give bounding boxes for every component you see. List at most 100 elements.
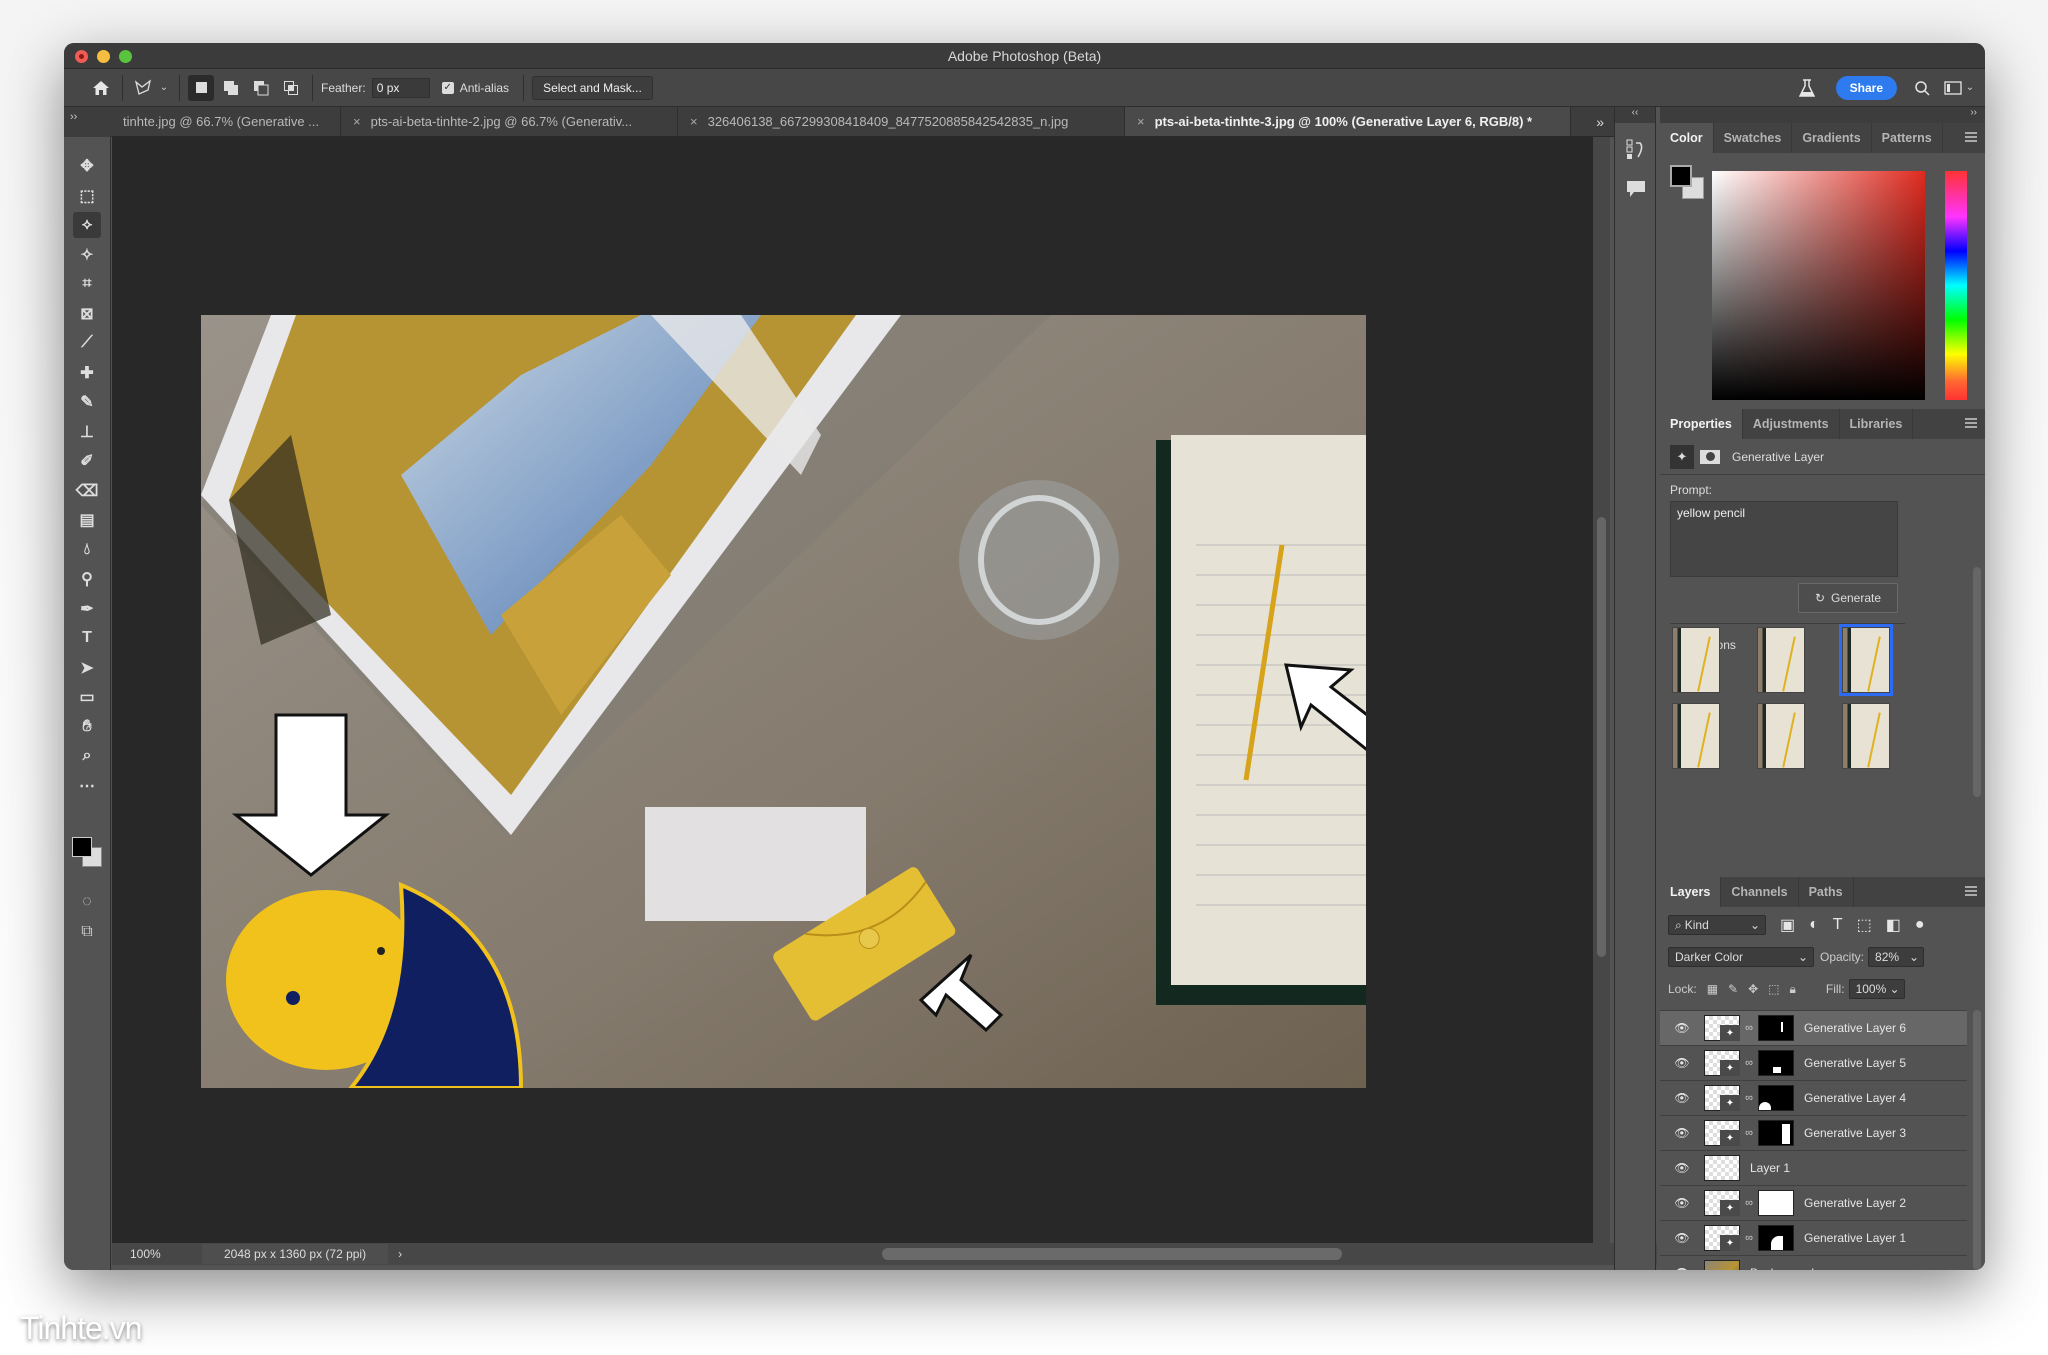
close-tab-icon[interactable]: ×: [1137, 114, 1145, 129]
more-tabs-button[interactable]: »: [1571, 107, 1614, 136]
lock-artboard-icon[interactable]: ⬚: [1768, 982, 1779, 996]
tool-lasso[interactable]: ⟡: [73, 212, 101, 238]
comments-panel-button[interactable]: [1626, 180, 1655, 203]
home-button[interactable]: [88, 75, 114, 101]
tool-marquee[interactable]: ⬚: [73, 183, 101, 209]
document-tab[interactable]: × 326406138_667299308418409_8477520885842…: [678, 107, 1125, 136]
toolbar-collapse[interactable]: ››: [64, 107, 111, 137]
vertical-scrollbar[interactable]: [1593, 137, 1610, 1243]
filter-type-icon[interactable]: T: [1833, 916, 1843, 934]
tab-gradients[interactable]: Gradients: [1792, 123, 1872, 153]
properties-scrollbar[interactable]: [1973, 567, 1981, 797]
visibility-eye-icon[interactable]: 👁︎: [1660, 1161, 1704, 1175]
canvas-area[interactable]: [112, 137, 1593, 1264]
panels-expand[interactable]: ››: [1660, 107, 1985, 123]
lock-paint-icon[interactable]: ✎: [1728, 982, 1738, 996]
share-button[interactable]: Share: [1835, 75, 1897, 100]
status-menu-chevron[interactable]: ›: [398, 1247, 402, 1261]
tool-crop[interactable]: ⌗: [73, 271, 101, 297]
tool-move[interactable]: ✥: [73, 153, 101, 179]
layer-row[interactable]: 👁︎ ✦ ∞ Generative Layer 3: [1660, 1116, 1967, 1151]
layer-row[interactable]: 👁︎ ✦ ∞ Generative Layer 4: [1660, 1081, 1967, 1116]
visibility-eye-icon[interactable]: 👁︎: [1660, 1196, 1704, 1210]
tool-stamp[interactable]: ⊥: [73, 419, 101, 445]
close-tab-icon[interactable]: ×: [353, 114, 361, 129]
mask-link-icon[interactable]: ∞: [1743, 1127, 1755, 1139]
tab-adjustments[interactable]: Adjustments: [1743, 409, 1840, 439]
tab-color[interactable]: Color: [1660, 123, 1714, 153]
visibility-eye-icon[interactable]: 👁︎: [1660, 1126, 1704, 1140]
layer-mask-thumbnail[interactable]: [1758, 1190, 1794, 1216]
tool-quick-mask[interactable]: ◌: [73, 889, 101, 915]
tool-rectangle[interactable]: ▭: [73, 684, 101, 710]
tool-healing[interactable]: ✚: [73, 360, 101, 386]
layer-row[interactable]: 👁︎ Layer 1: [1660, 1151, 1967, 1186]
lock-position-icon[interactable]: ✥: [1748, 982, 1758, 996]
layer-row[interactable]: 👁︎ ✦ ∞ Generative Layer 1: [1660, 1221, 1967, 1256]
visibility-eye-icon[interactable]: 👁︎: [1660, 1091, 1704, 1105]
tool-frame[interactable]: ⊠: [73, 301, 101, 327]
tool-zoom[interactable]: ⌕: [73, 743, 101, 769]
layer-filter-kind[interactable]: ⌕ Kind ⌄: [1668, 915, 1766, 935]
visibility-eye-icon[interactable]: 👁︎: [1660, 1266, 1704, 1270]
close-tab-icon[interactable]: ×: [690, 114, 698, 129]
add-selection-button[interactable]: [218, 75, 244, 101]
dock-collapse[interactable]: ‹‹: [1615, 107, 1655, 123]
variation-thumbnail[interactable]: [1757, 627, 1805, 693]
filter-pixel-icon[interactable]: ▣: [1780, 915, 1795, 935]
panel-menu-icon[interactable]: [1965, 132, 1977, 142]
tool-hand[interactable]: ✋︎: [73, 714, 101, 740]
document-tab[interactable]: × pts-ai-beta-tinhte-2.jpg @ 66.7% (Gener…: [341, 107, 678, 136]
layers-scrollbar[interactable]: [1973, 1010, 1981, 1270]
layer-row[interactable]: 👁︎ ✦ ∞ Generative Layer 2: [1660, 1186, 1967, 1221]
document-tab-active[interactable]: × pts-ai-beta-tinhte-3.jpg @ 100% (Genera…: [1125, 107, 1571, 136]
layer-mask-thumbnail[interactable]: [1758, 1120, 1794, 1146]
beta-labs-button[interactable]: [1794, 75, 1820, 101]
search-button[interactable]: [1909, 75, 1935, 101]
tool-gradient[interactable]: ▤: [73, 507, 101, 533]
intersect-selection-button[interactable]: [278, 75, 304, 101]
subtract-selection-button[interactable]: [248, 75, 274, 101]
layer-row[interactable]: 👁︎ ✦ ∞ Generative Layer 6: [1660, 1011, 1967, 1046]
zoom-level[interactable]: 100%: [112, 1247, 202, 1261]
layer-row[interactable]: 👁︎ ✦ ∞ Generative Layer 5: [1660, 1046, 1967, 1081]
generate-button[interactable]: ↻ Generate: [1798, 583, 1898, 613]
tab-paths[interactable]: Paths: [1799, 877, 1854, 907]
blend-mode-select[interactable]: Darker Color ⌄: [1668, 947, 1814, 967]
visibility-eye-icon[interactable]: 👁︎: [1660, 1021, 1704, 1035]
tool-type[interactable]: T: [73, 625, 101, 651]
tool-screen-mode[interactable]: ⧉: [73, 919, 101, 945]
tool-dodge[interactable]: ⚲: [73, 566, 101, 592]
tab-patterns[interactable]: Patterns: [1872, 123, 1943, 153]
tool-color-swatches[interactable]: [72, 837, 106, 871]
tab-channels[interactable]: Channels: [1721, 877, 1799, 907]
variation-thumbnail[interactable]: [1672, 627, 1720, 693]
tab-libraries[interactable]: Libraries: [1840, 409, 1914, 439]
variation-thumbnail[interactable]: [1757, 703, 1805, 769]
tab-properties[interactable]: Properties: [1660, 409, 1743, 439]
layer-mask-thumbnail[interactable]: [1758, 1050, 1794, 1076]
opacity-input[interactable]: 82% ⌄: [1868, 947, 1925, 967]
antialias-checkbox[interactable]: ✓: [441, 81, 454, 94]
panel-menu-icon[interactable]: [1965, 418, 1977, 428]
new-selection-button[interactable]: [188, 74, 214, 101]
tool-pen[interactable]: ✒: [73, 596, 101, 622]
document-tab[interactable]: tinhte.jpg @ 66.7% (Generative ...: [111, 107, 341, 136]
filter-adjustment-icon[interactable]: ◐: [1809, 916, 1819, 934]
tool-blur[interactable]: 💧︎: [73, 537, 101, 563]
tool-foreground-swatch[interactable]: [72, 837, 92, 857]
tool-eyedropper[interactable]: ⟋: [73, 330, 101, 356]
tool-more[interactable]: ⋯: [73, 773, 101, 799]
layer-mask-thumbnail[interactable]: [1758, 1085, 1794, 1111]
prompt-textarea[interactable]: yellow pencil: [1670, 501, 1898, 577]
select-and-mask-button[interactable]: Select and Mask...: [532, 75, 653, 100]
lock-all-icon[interactable]: 🔒︎: [1790, 982, 1796, 997]
filter-toggle[interactable]: ●: [1915, 916, 1925, 934]
layer-mask-thumbnail[interactable]: [1758, 1225, 1794, 1251]
mask-link-icon[interactable]: ∞: [1743, 1022, 1755, 1034]
filter-shape-icon[interactable]: ⬚: [1857, 915, 1872, 935]
tool-path-select[interactable]: ➤: [73, 655, 101, 681]
mask-link-icon[interactable]: ∞: [1743, 1092, 1755, 1104]
tool-magic-wand[interactable]: ✧: [73, 242, 101, 268]
horizontal-scroll-thumb[interactable]: [882, 1248, 1342, 1260]
